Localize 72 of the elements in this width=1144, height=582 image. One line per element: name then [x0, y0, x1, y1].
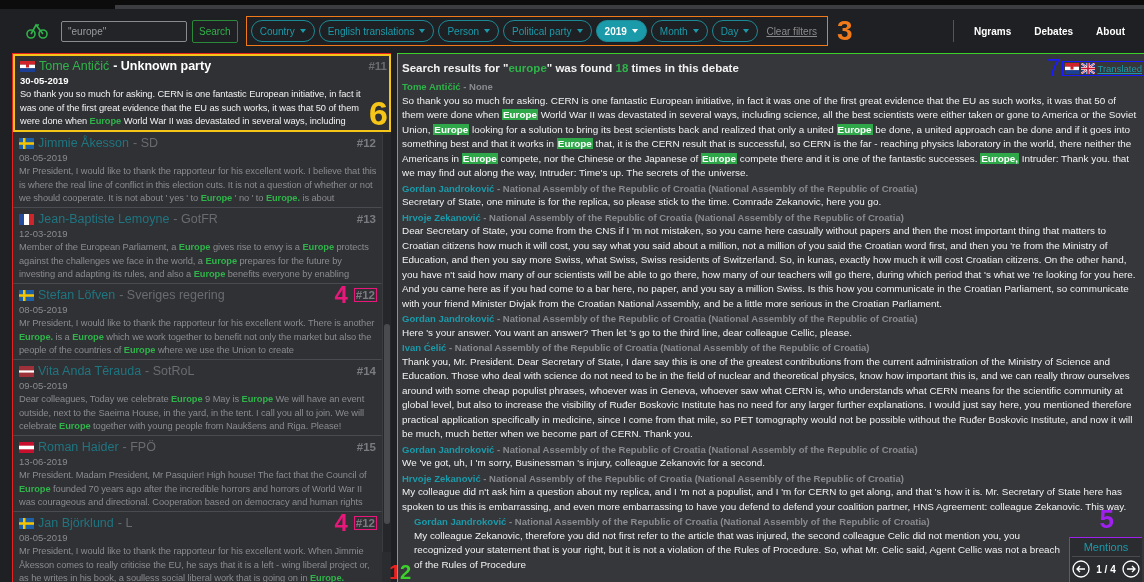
annotation-number: 7: [1047, 56, 1061, 80]
search-button[interactable]: Search: [192, 19, 238, 43]
speaker-name: Jimmie Åkesson: [38, 136, 129, 150]
annotation-number: 3: [837, 17, 853, 45]
mentions-title: Mentions: [1072, 541, 1140, 557]
annotation-number: 4: [334, 283, 348, 307]
speaker-name: Hrvoje Zekanović: [402, 472, 481, 484]
annotation-number: 4: [334, 511, 348, 535]
speaker-name: Ivan Ćelić: [402, 342, 447, 353]
speech-text: My colleague Zekanovic, therefore you did not first refer to the article that was injured, the second colleague Celic did not mention you, you recognized your statement that is your right, but it is not a violation of the Rules of Procedure. So, what Mr. Celic said, Agent Cellic was not a breach of the Rules of Procedure: [414, 528, 1062, 572]
party-name: - L: [117, 516, 133, 530]
speech-number: #12: [355, 137, 377, 149]
speaker-name: Jan Björklund: [38, 516, 114, 530]
annotation-number: 6: [369, 98, 388, 129]
speech-excerpt: Dear colleagues, Today we celebrate Europe 9 May is Europe We will have an event outside, next to the Saeima House, in the yard, in the tent. I call you all to join. We will celebrate Europe together with young people from Naukšens and Riga. Please!: [19, 393, 366, 434]
translated-link[interactable]: Translated: [1097, 62, 1142, 74]
speech-text: So thank you so much for asking. CERN is one fantastic European initiative, in fact it was one of the first great evidence that the EU as such works, it was that 50 of them were done when Europe World War II was devastated in several ways, including science, all the best scientists were either taken or gone to America or the Soviet Union, Europe looking for a solution to bring its best scientists back and realized that only a united Europe be done, a united approach can be done and if it goes into something best and that it works in Europe that, it is the CERN result that is successful, so CERN is the far - reaching physics laboratory in the world, there neither the Americans in Europe compete, nor the Chinese or the Japanese of Europe compete there and it is one of the fantastic successes. Europe, Intruder: Thank you. that we may find out along the way, Intruder: Time's up. The secrets of the universe.: [402, 93, 1138, 180]
speaker-name: Vita Anda Tērauda: [38, 364, 142, 378]
speech-number: #12: [353, 516, 377, 530]
nav-link[interactable]: Debates: [1025, 25, 1083, 37]
speech-date: 08-05-2019: [19, 532, 69, 544]
speech-date: 12-03-2019: [19, 228, 69, 240]
party-name: - Unknown party: [113, 59, 212, 73]
speaker-name: Gordan Jandroković: [402, 182, 495, 194]
speaker-name: Hrvoje Zekanović: [402, 211, 481, 223]
speech-text: Secretary of State, one minute is for the replica, so please stick to the time. Comrade Zekanovic, here you go.: [402, 195, 883, 209]
search-field[interactable]: "europe": [61, 20, 187, 42]
party-name: - National Assembly of the Republic of Croatia (National Assembly of the Republic of Croatia): [497, 443, 918, 455]
speech-number: #15: [355, 441, 377, 453]
clear-filters-link[interactable]: Clear filters: [766, 25, 817, 37]
speech-number: #11: [367, 60, 388, 72]
speaker-name: Stefan Löfven: [38, 288, 116, 302]
party-name: - Sveriges regering: [119, 288, 225, 302]
speaker-name: Gordan Jandroković: [402, 443, 495, 455]
speech-date: 09-05-2019: [19, 380, 69, 392]
speech-excerpt: Member of the European Parliament, a Europe gives rise to envy is a Europe protects against the challenges we face in the world, a Europe prepares for the future by investing and adapting its rules, and also a Europe benefits everyone by enabling: [19, 241, 370, 282]
party-name: - None: [463, 81, 493, 92]
speech-excerpt: Mr President. Madam President, Mr Pasquier! High house! The fact that the Council of Europe founded 70 years ago after the incredible horrors and horrors of World War II was courageous and directional. Cooperation based on democracy and human rights: [19, 469, 368, 510]
search-summary: Search results for "europe" was found 18 times in this debate: [402, 62, 740, 74]
annotation-number: 2: [400, 562, 412, 582]
party-name: - GotFR: [173, 212, 218, 226]
party-name: - National Assembly of the Republic of Croatia (National Assembly of the Republic of Croatia): [483, 211, 904, 223]
speaker-name: Gordan Jandroković: [414, 516, 507, 527]
speech-text: Thank you, Mr. President. Dear Secretary of State, I dare say this is one of the greatest contributions from the current administration of the Ministry of Science and Education. Those who deal with science do not need to be in the field of nuclear and theoretical physics, know how important this is, and we can really throw ourselves around with some cheap populist phrases, whoever was in Geneva, whoever saw what CERN is, who understands what CERN means for the scientific community at global level, but also to increase the visibility of Ruđer Boskovic Institute has no need for any larger further explanations. I would just say here, you mentioned therefore practical application specifically in medicine, since I come from that mile, so PET tomography would not be possible without the Ruđer Boskovic Institute, and now it will be much, much better when we become part of CERN. Thank you.: [402, 354, 1134, 441]
speech-excerpt: So thank you so much for asking. CERN is one fantastic European initiative, in fact it was one of the first great evidence that the EU as such works, it was that 50 of them were done when Europe World War II was devastated in several ways, including: [20, 88, 362, 129]
party-name: - National Assembly of the Republic of Croatia (National Assembly of the Republic of Croatia): [497, 313, 918, 324]
speech-date: 13-06-2019: [19, 456, 69, 468]
speech-date: 08-05-2019: [19, 304, 69, 316]
nav-link[interactable]: About: [1087, 25, 1134, 37]
speaker-name: Tome Antičić: [402, 81, 461, 92]
speech-number: #12: [353, 288, 377, 302]
page-indicator: 1 / 4: [1096, 563, 1116, 575]
speaker-name: Tome Antičić: [39, 59, 110, 73]
speech-date: 08-05-2019: [19, 152, 69, 164]
speech-number: #13: [355, 213, 377, 225]
nav-link[interactable]: Ngrams: [964, 25, 1021, 37]
party-name: - National Assembly of the Republic of Croatia (National Assembly of the Republic of Croatia): [497, 182, 918, 194]
speech-date: 30-05-2019: [20, 75, 70, 87]
party-name: - FPÖ: [122, 440, 156, 454]
speaker-name: Gordan Jandroković: [402, 313, 495, 324]
party-name: - SotRoL: [145, 364, 195, 378]
party-name: - National Assembly of the Republic of Croatia (National Assembly of the Republic of Croatia): [509, 516, 930, 527]
speaker-name: Jean-Baptiste Lemoyne: [38, 212, 170, 226]
speech-text: Dear Secretary of State, you come from the CNS if I 'm not mistaken, so you came here casually without papers and then the most important thing that matters to Croatian citizens how much it will cost, you say what you said about a million, not a million of you said the Croatian word first, and then you 're from the Ministry of Education, and then you say more Swiss, what Swiss, Swiss residents of Switzerland. So, in kunas, exactly how much it will cost Croatian citizens. On the other hand, you have n't said how many of our scientists will be able to go there, how many of our teachers will go there, during which period that 's what we 're looking for you here. And you came here as if you had come to a bar here, no paper, and you say a million Swiss. Is this how you communicate in the Croatian Parliament, so communicate with your friend Minister Divjak from the Croatian National Assembly, and be a little more serious in the Croatian Parliament.: [402, 224, 1137, 311]
speech-text: Here 's your answer. You want an answer? Then let 's go to the third line, dear colleague Cellic, please.: [402, 325, 853, 340]
speaker-name: Roman Haider: [38, 440, 119, 454]
speech-number: #14: [355, 365, 377, 377]
speech-text: We 've got, uh, I 'm sorry, Businessman 's injury, colleague Zekanovic for a second.: [402, 456, 766, 470]
party-name: - National Assembly of the Republic of Croatia (National Assembly of the Republic of Croatia): [483, 472, 904, 484]
filter-dropdown[interactable]: 2019: [595, 20, 647, 42]
party-name: - National Assembly of the Republic of Croatia (National Assembly of the Republic of Croatia): [449, 342, 870, 353]
party-name: - SD: [133, 136, 158, 150]
